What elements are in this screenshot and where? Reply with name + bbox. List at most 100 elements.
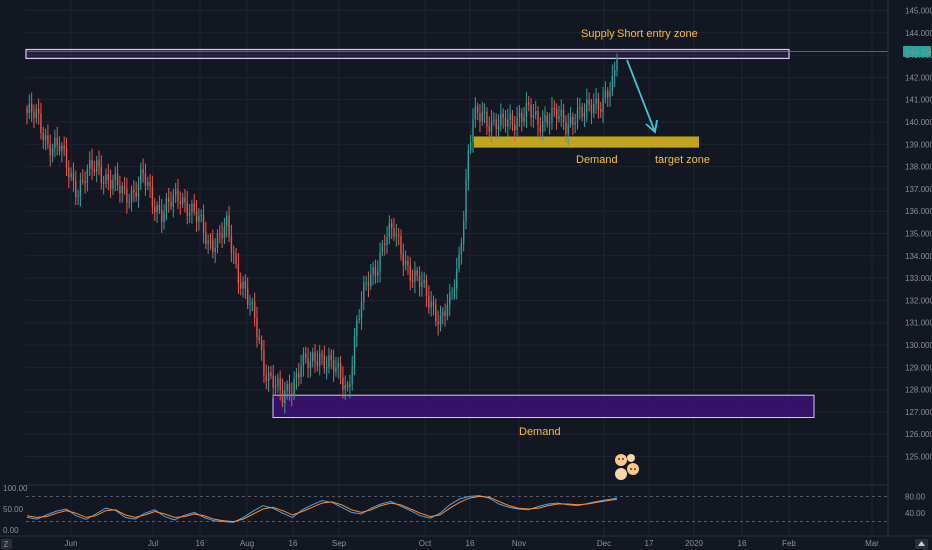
candle-body xyxy=(372,267,374,275)
candle-body xyxy=(114,173,116,181)
candle-body xyxy=(449,292,451,306)
candle-body xyxy=(179,201,182,204)
candle-body xyxy=(163,212,165,222)
candle-body xyxy=(82,179,84,182)
price-tick-label: 136.000 xyxy=(905,207,932,216)
candle-body xyxy=(307,358,309,369)
candle-body xyxy=(425,280,428,296)
candle-body xyxy=(590,104,593,113)
candle-body xyxy=(33,112,35,119)
chart-canvas[interactable]: Supply Short entry zone Demand target zo… xyxy=(0,0,932,550)
candle-body xyxy=(356,319,358,337)
settings-button[interactable] xyxy=(915,539,928,549)
candle-body xyxy=(314,352,316,362)
candle-body xyxy=(551,107,553,123)
supply-zone[interactable] xyxy=(25,48,790,60)
candle-body xyxy=(56,137,58,146)
candle-body xyxy=(607,91,609,98)
candle-body xyxy=(288,383,291,394)
candle-body xyxy=(305,353,307,359)
candle-body xyxy=(100,166,103,183)
candle-body xyxy=(502,113,504,118)
candle-body xyxy=(84,181,86,184)
candle-body xyxy=(158,204,161,210)
candle-body xyxy=(79,179,82,196)
candle-body xyxy=(548,122,551,124)
time-tick-label: Dec xyxy=(597,539,611,548)
candle-body xyxy=(572,116,574,125)
time-tick-label: Mar xyxy=(865,539,879,548)
vertical-grid xyxy=(70,0,873,536)
candle-body xyxy=(93,169,96,172)
candle-body xyxy=(312,352,314,362)
candle-body xyxy=(42,133,44,141)
candle-body xyxy=(318,353,321,366)
candle-body xyxy=(428,295,430,308)
candle-body xyxy=(112,180,114,189)
candle-body xyxy=(388,223,391,238)
candle-body xyxy=(379,251,381,272)
candle-body xyxy=(444,311,446,317)
candle-body xyxy=(233,252,235,254)
candle-body xyxy=(68,167,70,178)
candle-body xyxy=(514,124,516,131)
demand-zone-upper[interactable] xyxy=(474,136,699,148)
candle-body xyxy=(616,58,618,71)
candle-body xyxy=(458,254,460,269)
projection-arrow-shaft xyxy=(626,59,656,133)
candle-body xyxy=(384,243,386,246)
timezone-button[interactable]: Z xyxy=(1,539,12,549)
candle-body xyxy=(588,99,590,105)
candle-body xyxy=(226,215,228,227)
oscillator-tick-label: 50.00 xyxy=(3,505,24,514)
candle-body xyxy=(342,377,344,390)
candle-body xyxy=(421,282,423,287)
candle-body xyxy=(490,120,493,132)
candle-body xyxy=(244,281,247,289)
candle-body xyxy=(462,221,465,244)
candle-body xyxy=(365,282,367,284)
candle-body xyxy=(555,108,558,120)
candle-body xyxy=(265,375,267,382)
candle-body xyxy=(91,159,93,170)
price-tick-label: 130.000 xyxy=(905,341,932,350)
candle-body xyxy=(72,172,75,181)
candle-body xyxy=(274,385,277,388)
candle-body xyxy=(300,365,302,378)
candle-body xyxy=(390,223,393,228)
candle-body xyxy=(109,180,112,189)
candle-body xyxy=(539,125,542,133)
candle-body xyxy=(154,206,156,213)
candle-body xyxy=(126,188,128,203)
price-tick-label: 140.000 xyxy=(905,118,932,127)
candle-body xyxy=(595,98,597,104)
price-tick-label: 138.000 xyxy=(905,163,932,172)
candle-body xyxy=(95,160,98,172)
candle-body xyxy=(476,106,479,113)
price-tick-label: 137.000 xyxy=(905,185,932,194)
candle-body xyxy=(223,226,226,239)
price-tick-label: 129.000 xyxy=(905,363,932,372)
demand-zone-lower[interactable] xyxy=(272,394,815,419)
price-tick-label: 127.000 xyxy=(905,408,932,417)
candle-body xyxy=(525,102,528,117)
candle-body xyxy=(349,383,351,388)
candle-body xyxy=(277,378,279,386)
candle-body xyxy=(30,103,33,113)
candle-body xyxy=(49,144,51,156)
candle-body xyxy=(600,109,602,112)
candle-body xyxy=(58,145,61,152)
candle-body xyxy=(267,372,270,382)
oscillator-right-tick-label: 40.00 xyxy=(905,509,926,518)
candle-body xyxy=(346,385,349,388)
reactions-icon[interactable] xyxy=(615,454,639,480)
candle-body xyxy=(451,291,453,293)
candle-body xyxy=(281,389,284,404)
candle-body xyxy=(353,336,356,367)
candle-body xyxy=(253,301,256,318)
price-tick-label: 144.000 xyxy=(905,29,932,38)
candle-body xyxy=(516,117,518,131)
horizontal-grid xyxy=(26,9,888,458)
candle-body xyxy=(65,148,68,168)
candle-body xyxy=(256,317,258,337)
